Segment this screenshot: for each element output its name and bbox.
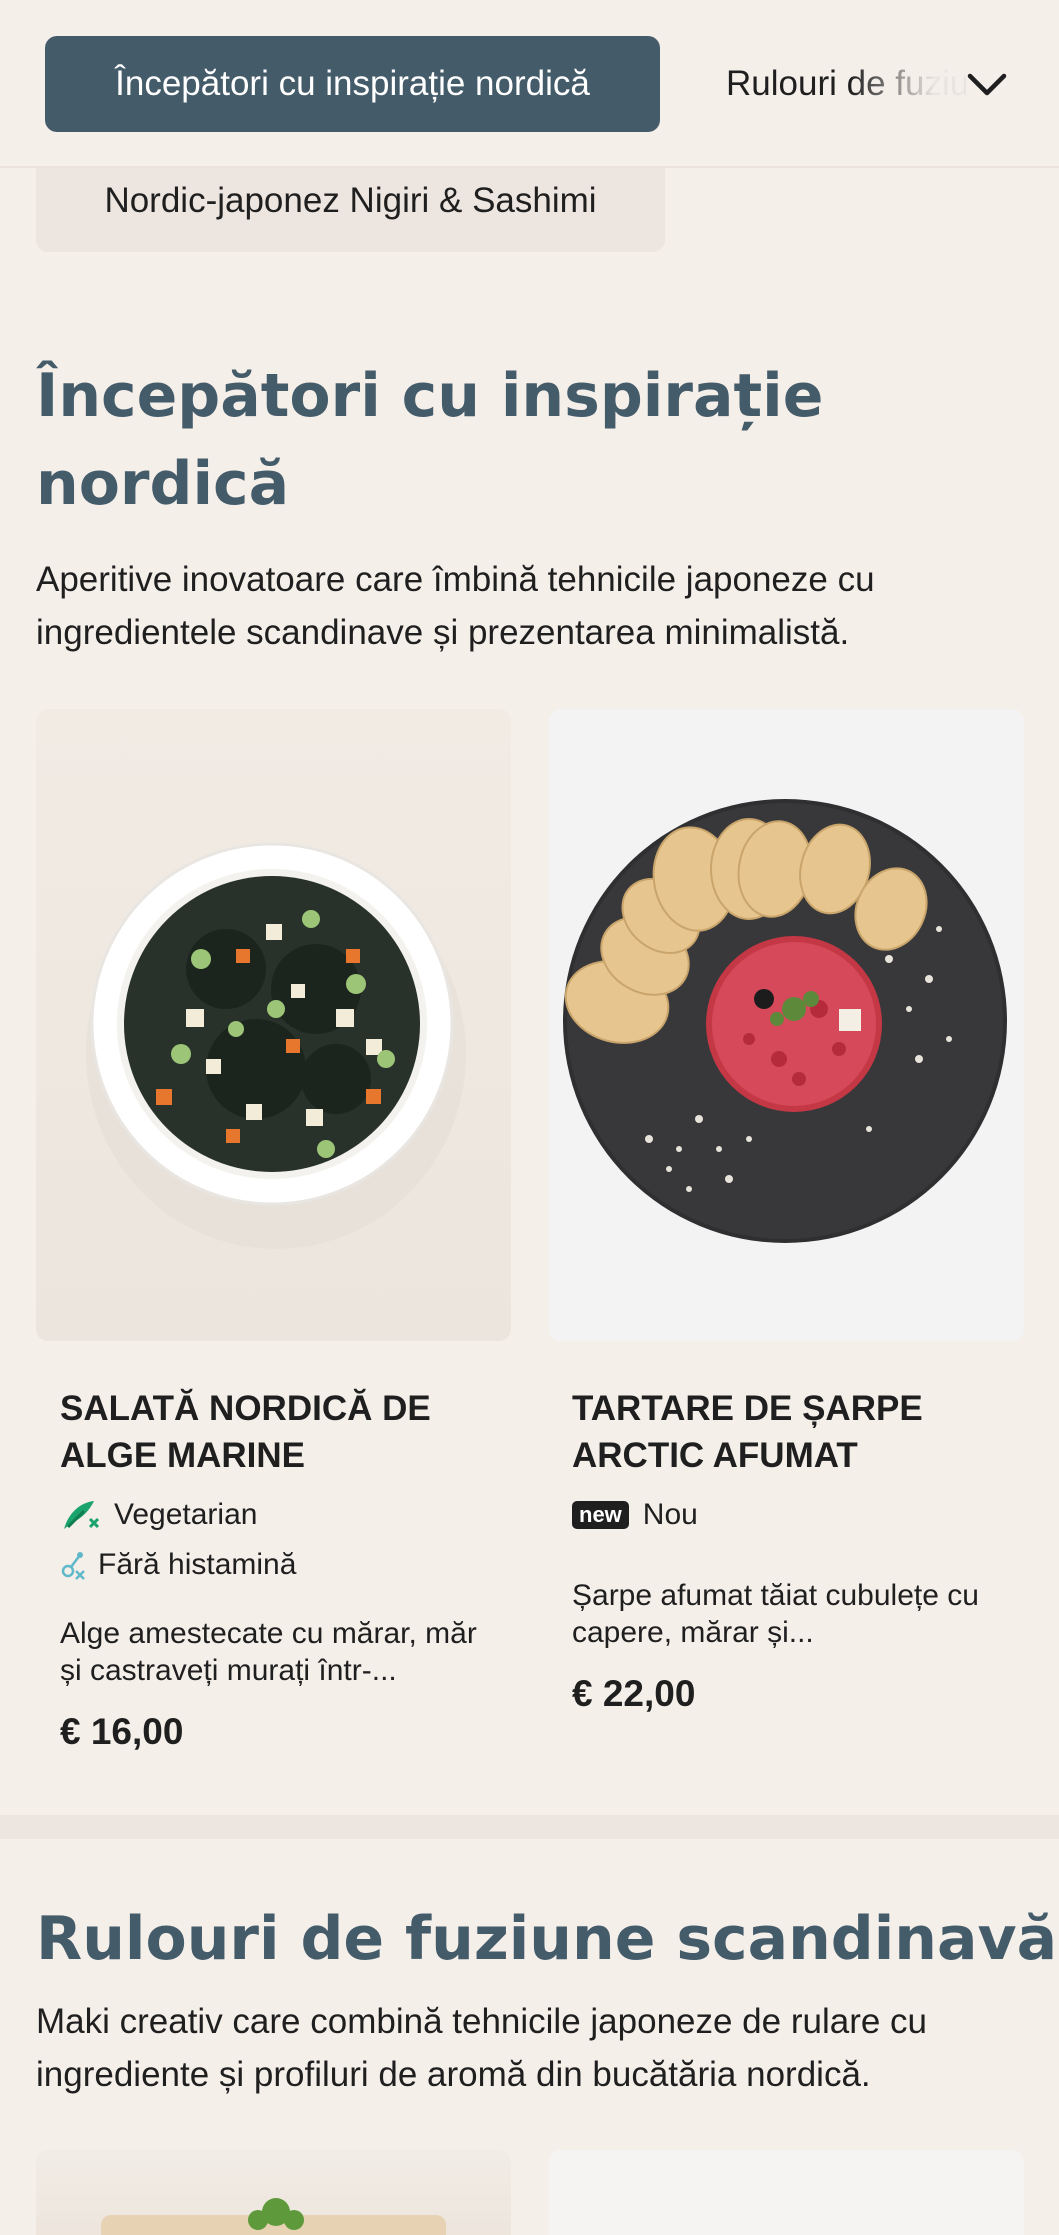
category-tab-active[interactable]: Începători cu inspirație nordică bbox=[45, 36, 660, 132]
category-nav: Începători cu inspirație nordică Rulouri… bbox=[0, 0, 1059, 168]
chevron-down-icon[interactable] bbox=[962, 60, 1012, 110]
seaweed-salad-bowl-image[interactable] bbox=[36, 709, 511, 1341]
item-description: Alge amestecate cu mărar, măr și castrav… bbox=[60, 1617, 477, 1687]
section-divider bbox=[0, 1815, 1059, 1839]
tag-label: Nou bbox=[642, 1498, 698, 1531]
tag-vegetarian: Vegetarian bbox=[60, 1493, 500, 1537]
menu-item-image[interactable] bbox=[36, 2150, 511, 2235]
new-badge: new bbox=[572, 1501, 629, 1529]
section-title: Începători cu inspirație nordică bbox=[36, 361, 824, 519]
item-name: SALATĂ NORDICĂ DE ALGE MARINE bbox=[60, 1389, 431, 1475]
menu-item-image[interactable] bbox=[549, 2150, 1024, 2235]
item-name: TARTARE DE ȘARPE ARCTIC AFUMAT bbox=[572, 1389, 923, 1475]
item-price: € 16,00 bbox=[60, 1711, 184, 1752]
menu-item-card[interactable]: SALATĂ NORDICĂ DE ALGE MARINE Vegetarian… bbox=[60, 1385, 500, 1753]
item-description: Șarpe afumat tăiat cubulețe cu capere, m… bbox=[572, 1579, 979, 1649]
tag-label: Vegetarian bbox=[114, 1498, 258, 1531]
item-price: € 22,00 bbox=[572, 1673, 696, 1714]
tag-histamine-free: Fără histamină bbox=[60, 1543, 500, 1587]
tartare-plate-image[interactable] bbox=[549, 709, 1024, 1341]
menu-item-card[interactable]: TARTARE DE ȘARPE ARCTIC AFUMAT new Nou Ș… bbox=[572, 1385, 1012, 1715]
histamine-free-icon bbox=[60, 1549, 86, 1581]
tag-new: new Nou bbox=[572, 1493, 1012, 1537]
vegetarian-icon bbox=[60, 1497, 102, 1533]
section-description: Maki creativ care combină tehnicile japo… bbox=[36, 2002, 928, 2094]
tag-label: Fără histamină bbox=[98, 1548, 297, 1581]
scroll-fade bbox=[850, 10, 970, 160]
section-description: Aperitive inovatoare care îmbină tehnici… bbox=[36, 560, 875, 652]
section-title: Rulouri de fuziune scandinavă bbox=[36, 1904, 1058, 1974]
